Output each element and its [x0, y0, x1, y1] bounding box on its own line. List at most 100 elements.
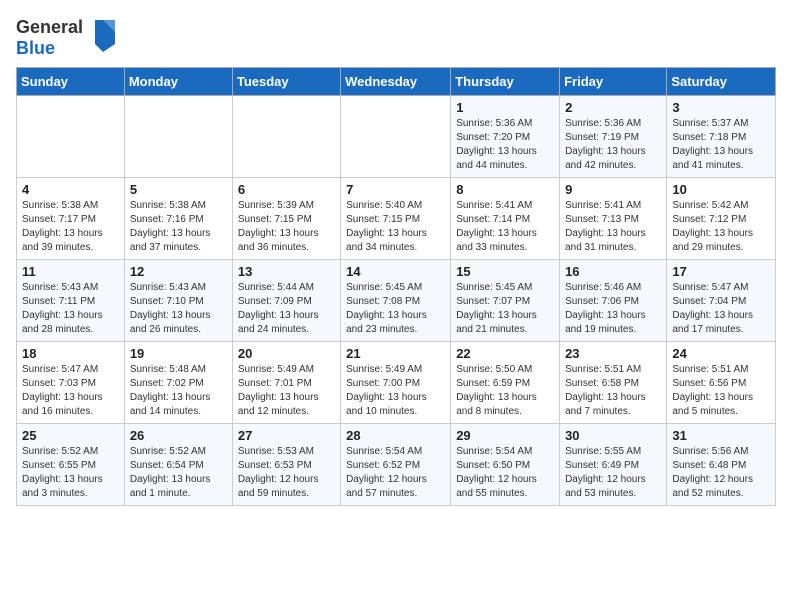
day-info: Sunrise: 5:43 AM Sunset: 7:10 PM Dayligh…	[130, 281, 227, 337]
day-number: 4	[22, 182, 119, 197]
day-number: 25	[22, 428, 119, 443]
day-number: 15	[456, 264, 554, 279]
day-number: 22	[456, 346, 554, 361]
calendar-cell: 19 Sunrise: 5:48 AM Sunset: 7:02 PM Dayli…	[124, 342, 232, 424]
calendar-table: SundayMondayTuesdayWednesdayThursdayFrid…	[16, 67, 776, 506]
day-number: 9	[565, 182, 661, 197]
calendar-cell: 28Sunrise: 5:54 AM Sunset: 6:52 PM Dayli…	[341, 424, 451, 506]
logo: General Blue	[16, 16, 119, 59]
calendar-cell: 14 Sunrise: 5:45 AM Sunset: 7:08 PM Dayli…	[341, 260, 451, 342]
day-number: 29	[456, 428, 554, 443]
calendar-cell: 25Sunrise: 5:52 AM Sunset: 6:55 PM Dayli…	[17, 424, 125, 506]
day-info: Sunrise: 5:55 AM Sunset: 6:49 PM Dayligh…	[565, 445, 661, 501]
day-info: Sunrise: 5:37 AM Sunset: 7:18 PM Dayligh…	[672, 117, 770, 173]
calendar-cell: 10 Sunrise: 5:42 AM Sunset: 7:12 PM Dayli…	[667, 178, 776, 260]
day-info: Sunrise: 5:45 AM Sunset: 7:07 PM Dayligh…	[456, 281, 554, 337]
calendar-cell: 1 Sunrise: 5:36 AM Sunset: 7:20 PM Daylig…	[451, 96, 560, 178]
page-header: General Blue	[16, 16, 776, 59]
day-info: Sunrise: 5:38 AM Sunset: 7:17 PM Dayligh…	[22, 199, 119, 255]
day-info: Sunrise: 5:49 AM Sunset: 7:01 PM Dayligh…	[238, 363, 335, 419]
calendar-cell: 31 Sunrise: 5:56 AM Sunset: 6:48 PM Dayli…	[667, 424, 776, 506]
day-number: 7	[346, 182, 445, 197]
day-info: Sunrise: 5:36 AM Sunset: 7:20 PM Dayligh…	[456, 117, 554, 173]
day-number: 20	[238, 346, 335, 361]
day-number: 8	[456, 182, 554, 197]
day-info: Sunrise: 5:41 AM Sunset: 7:13 PM Dayligh…	[565, 199, 661, 255]
day-info: Sunrise: 5:40 AM Sunset: 7:15 PM Dayligh…	[346, 199, 445, 255]
logo-icon	[87, 16, 119, 59]
calendar-cell	[17, 96, 125, 178]
calendar-cell: 15 Sunrise: 5:45 AM Sunset: 7:07 PM Dayli…	[451, 260, 560, 342]
day-info: Sunrise: 5:48 AM Sunset: 7:02 PM Dayligh…	[130, 363, 227, 419]
day-info: Sunrise: 5:51 AM Sunset: 6:56 PM Dayligh…	[672, 363, 770, 419]
calendar-header-row: SundayMondayTuesdayWednesdayThursdayFrid…	[17, 68, 776, 96]
calendar-week-row: 1 Sunrise: 5:36 AM Sunset: 7:20 PM Daylig…	[17, 96, 776, 178]
calendar-cell	[341, 96, 451, 178]
day-number: 16	[565, 264, 661, 279]
day-info: Sunrise: 5:49 AM Sunset: 7:00 PM Dayligh…	[346, 363, 445, 419]
weekday-header-monday: Monday	[124, 68, 232, 96]
day-number: 23	[565, 346, 661, 361]
calendar-cell	[232, 96, 340, 178]
calendar-cell: 17Sunrise: 5:47 AM Sunset: 7:04 PM Dayli…	[667, 260, 776, 342]
calendar-cell: 23 Sunrise: 5:51 AM Sunset: 6:58 PM Dayli…	[560, 342, 667, 424]
day-info: Sunrise: 5:56 AM Sunset: 6:48 PM Dayligh…	[672, 445, 770, 501]
day-info: Sunrise: 5:43 AM Sunset: 7:11 PM Dayligh…	[22, 281, 119, 337]
day-number: 11	[22, 264, 119, 279]
day-info: Sunrise: 5:36 AM Sunset: 7:19 PM Dayligh…	[565, 117, 661, 173]
day-number: 28	[346, 428, 445, 443]
calendar-cell: 5Sunrise: 5:38 AM Sunset: 7:16 PM Daylig…	[124, 178, 232, 260]
day-info: Sunrise: 5:52 AM Sunset: 6:54 PM Dayligh…	[130, 445, 227, 501]
day-number: 13	[238, 264, 335, 279]
calendar-cell: 24Sunrise: 5:51 AM Sunset: 6:56 PM Dayli…	[667, 342, 776, 424]
day-info: Sunrise: 5:46 AM Sunset: 7:06 PM Dayligh…	[565, 281, 661, 337]
calendar-cell: 2 Sunrise: 5:36 AM Sunset: 7:19 PM Daylig…	[560, 96, 667, 178]
day-number: 17	[672, 264, 770, 279]
day-number: 1	[456, 100, 554, 115]
calendar-cell: 16 Sunrise: 5:46 AM Sunset: 7:06 PM Dayli…	[560, 260, 667, 342]
calendar-cell: 18Sunrise: 5:47 AM Sunset: 7:03 PM Dayli…	[17, 342, 125, 424]
day-number: 10	[672, 182, 770, 197]
day-number: 31	[672, 428, 770, 443]
calendar-week-row: 11 Sunrise: 5:43 AM Sunset: 7:11 PM Dayli…	[17, 260, 776, 342]
day-number: 19	[130, 346, 227, 361]
calendar-cell: 9 Sunrise: 5:41 AM Sunset: 7:13 PM Daylig…	[560, 178, 667, 260]
calendar-cell: 7 Sunrise: 5:40 AM Sunset: 7:15 PM Daylig…	[341, 178, 451, 260]
day-number: 18	[22, 346, 119, 361]
day-number: 30	[565, 428, 661, 443]
day-info: Sunrise: 5:39 AM Sunset: 7:15 PM Dayligh…	[238, 199, 335, 255]
day-number: 14	[346, 264, 445, 279]
calendar-cell	[124, 96, 232, 178]
day-info: Sunrise: 5:42 AM Sunset: 7:12 PM Dayligh…	[672, 199, 770, 255]
logo-general-text: General Blue	[16, 17, 83, 59]
day-number: 21	[346, 346, 445, 361]
day-info: Sunrise: 5:50 AM Sunset: 6:59 PM Dayligh…	[456, 363, 554, 419]
weekday-header-friday: Friday	[560, 68, 667, 96]
day-number: 12	[130, 264, 227, 279]
calendar-cell: 30 Sunrise: 5:55 AM Sunset: 6:49 PM Dayli…	[560, 424, 667, 506]
day-number: 6	[238, 182, 335, 197]
calendar-cell: 21 Sunrise: 5:49 AM Sunset: 7:00 PM Dayli…	[341, 342, 451, 424]
calendar-cell: 12 Sunrise: 5:43 AM Sunset: 7:10 PM Dayli…	[124, 260, 232, 342]
weekday-header-sunday: Sunday	[17, 68, 125, 96]
weekday-header-thursday: Thursday	[451, 68, 560, 96]
calendar-cell: 20 Sunrise: 5:49 AM Sunset: 7:01 PM Dayli…	[232, 342, 340, 424]
calendar-cell: 29 Sunrise: 5:54 AM Sunset: 6:50 PM Dayli…	[451, 424, 560, 506]
day-info: Sunrise: 5:51 AM Sunset: 6:58 PM Dayligh…	[565, 363, 661, 419]
calendar-cell: 11 Sunrise: 5:43 AM Sunset: 7:11 PM Dayli…	[17, 260, 125, 342]
day-info: Sunrise: 5:41 AM Sunset: 7:14 PM Dayligh…	[456, 199, 554, 255]
day-info: Sunrise: 5:54 AM Sunset: 6:50 PM Dayligh…	[456, 445, 554, 501]
calendar-cell: 4 Sunrise: 5:38 AM Sunset: 7:17 PM Daylig…	[17, 178, 125, 260]
day-info: Sunrise: 5:45 AM Sunset: 7:08 PM Dayligh…	[346, 281, 445, 337]
day-number: 27	[238, 428, 335, 443]
day-info: Sunrise: 5:53 AM Sunset: 6:53 PM Dayligh…	[238, 445, 335, 501]
calendar-cell: 22 Sunrise: 5:50 AM Sunset: 6:59 PM Dayli…	[451, 342, 560, 424]
day-number: 2	[565, 100, 661, 115]
day-number: 3	[672, 100, 770, 115]
day-number: 26	[130, 428, 227, 443]
calendar-week-row: 25Sunrise: 5:52 AM Sunset: 6:55 PM Dayli…	[17, 424, 776, 506]
weekday-header-tuesday: Tuesday	[232, 68, 340, 96]
calendar-week-row: 18Sunrise: 5:47 AM Sunset: 7:03 PM Dayli…	[17, 342, 776, 424]
calendar-week-row: 4 Sunrise: 5:38 AM Sunset: 7:17 PM Daylig…	[17, 178, 776, 260]
calendar-cell: 27 Sunrise: 5:53 AM Sunset: 6:53 PM Dayli…	[232, 424, 340, 506]
